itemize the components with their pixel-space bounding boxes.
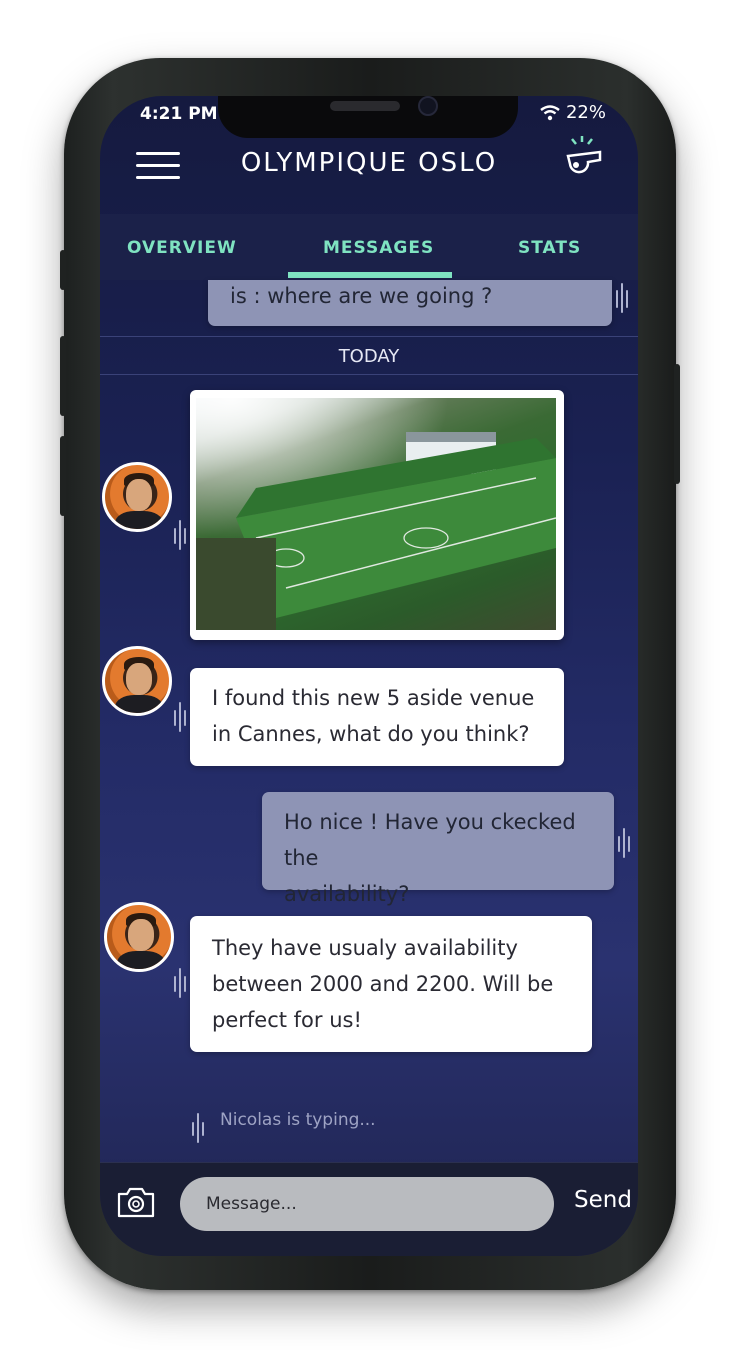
message-text: is : where are we going ?	[230, 284, 493, 308]
message-line: availability?	[284, 882, 410, 906]
voice-wave-icon	[174, 514, 186, 554]
mute-switch	[60, 250, 66, 290]
status-indicators: 22%	[540, 102, 606, 123]
tab-overview[interactable]: OVERVIEW	[127, 238, 237, 258]
app-screen: 4:21 PM 22% OLYMPIQUE OSLO OVERVIEW MESS…	[100, 96, 638, 1256]
tab-bar: OVERVIEW MESSAGES STATS	[100, 214, 638, 280]
avatar[interactable]	[102, 646, 172, 716]
image-message[interactable]	[190, 390, 564, 640]
tab-messages[interactable]: MESSAGES	[323, 238, 434, 258]
battery-percentage: 22%	[565, 102, 606, 123]
day-separator: TODAY	[338, 346, 400, 367]
voice-wave-icon	[174, 696, 186, 736]
voice-wave-icon	[616, 278, 628, 318]
front-camera	[418, 96, 438, 116]
message-line: in Cannes, what do you think?	[212, 722, 530, 746]
active-tab-indicator	[288, 272, 452, 278]
earpiece	[330, 101, 400, 111]
message-bubble-outgoing: Ho nice ! Have you ckecked the availabil…	[262, 792, 614, 906]
voice-wave-icon	[618, 822, 630, 862]
volume-up-button	[60, 336, 66, 416]
whistle-button[interactable]	[558, 134, 608, 178]
divider	[100, 336, 638, 337]
typing-indicator: Nicolas is typing...	[220, 1110, 376, 1130]
volume-down-button	[60, 436, 66, 516]
wifi-icon	[540, 104, 560, 120]
voice-wave-icon	[192, 1106, 204, 1146]
message-line: I found this new 5 aside venue	[212, 686, 535, 710]
whistle-icon	[566, 136, 602, 174]
camera-icon	[117, 1187, 155, 1218]
message-line: between 2000 and 2200. Will be	[212, 972, 554, 996]
message-line: Ho nice ! Have you ckecked the	[284, 810, 576, 870]
message-line: perfect for us!	[212, 1008, 362, 1032]
status-time: 4:21 PM	[140, 104, 218, 124]
previous-message-bubble: is : where are we going ?	[208, 280, 612, 326]
device-notch	[218, 96, 518, 138]
tab-stats[interactable]: STATS	[518, 238, 581, 258]
message-input[interactable]	[180, 1177, 554, 1231]
message-bubble: I found this new 5 aside venue in Cannes…	[190, 668, 564, 766]
avatar[interactable]	[102, 462, 172, 532]
voice-wave-icon	[174, 962, 186, 1002]
divider	[100, 374, 638, 375]
avatar[interactable]	[104, 902, 174, 972]
message-line: They have usualy availability	[212, 936, 518, 960]
message-bubble: They have usualy availability between 20…	[190, 916, 592, 1052]
send-button[interactable]: Send	[574, 1187, 632, 1213]
camera-button[interactable]	[116, 1185, 156, 1219]
composer-bar: Send	[100, 1162, 638, 1256]
power-button	[674, 364, 680, 484]
venue-photo	[196, 398, 556, 630]
